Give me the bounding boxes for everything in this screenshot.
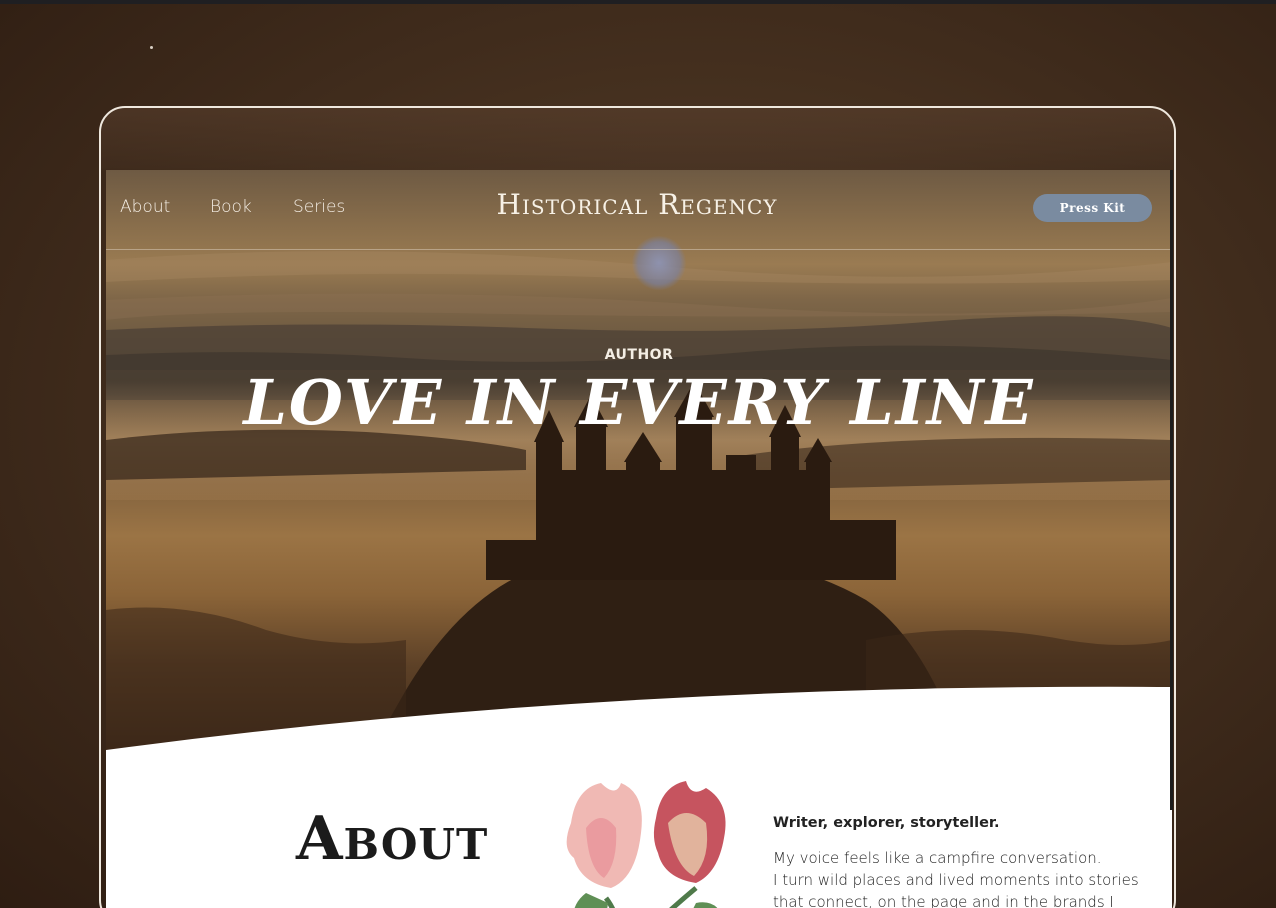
cursor-dot <box>150 46 153 49</box>
about-paragraph-line1: My voice feels like a campfire conversat… <box>773 849 1102 867</box>
hero-eyebrow: AUTHOR <box>604 347 674 363</box>
hero-section: About Book Series Historical Regency Pre… <box>106 170 1172 760</box>
nav-link-series[interactable]: Series <box>293 197 345 217</box>
nav-link-book[interactable]: Book <box>210 197 252 217</box>
hero-headline: Love in every line <box>243 366 1035 439</box>
tulip-flowers-illustration <box>566 781 726 908</box>
browser-top-strip <box>0 0 1276 4</box>
about-paragraph-line2: I turn wild places and lived moments int… <box>773 871 1139 908</box>
screen-edge-shadow <box>1170 170 1173 810</box>
nav-link-about[interactable]: About <box>120 197 170 217</box>
site-logo-text[interactable]: Historical Regency <box>482 188 792 221</box>
about-heading: About <box>296 804 489 874</box>
about-body: Writer, explorer, storyteller. My voice … <box>773 815 1163 908</box>
hero-wave-divider <box>106 686 1172 775</box>
about-tagline: Writer, explorer, storyteller. <box>773 815 1000 831</box>
device-frame: About Book Series Historical Regency Pre… <box>99 106 1176 908</box>
press-kit-button[interactable]: Press Kit <box>1033 194 1152 222</box>
top-navigation: About Book Series Historical Regency Pre… <box>106 170 1172 250</box>
website-screen: About Book Series Historical Regency Pre… <box>106 170 1172 908</box>
